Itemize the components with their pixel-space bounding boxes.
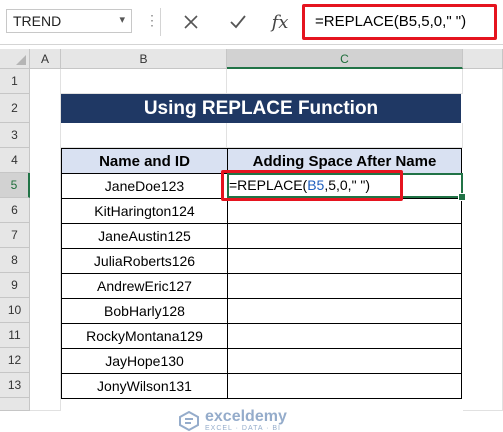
column-header-b[interactable]: B bbox=[61, 49, 227, 69]
header-name-and-id[interactable]: Name and ID bbox=[61, 148, 228, 174]
cell-c7[interactable] bbox=[227, 223, 462, 249]
watermark: exceldemy EXCEL · DATA · BI bbox=[178, 409, 287, 432]
watermark-tagline: EXCEL · DATA · BI bbox=[205, 425, 281, 432]
cell-c6[interactable] bbox=[227, 198, 462, 224]
row-header-5[interactable]: 5 bbox=[0, 173, 30, 198]
close-icon[interactable] bbox=[176, 8, 206, 36]
row-header-1[interactable]: 1 bbox=[0, 69, 30, 94]
row-header-12[interactable]: 12 bbox=[0, 348, 30, 373]
cell-b11[interactable]: RockyMontana129 bbox=[61, 323, 228, 349]
row-header-6[interactable]: 6 bbox=[0, 198, 30, 223]
more-options-icon[interactable]: ⋮ bbox=[145, 12, 159, 29]
cell-c10[interactable] bbox=[227, 298, 462, 324]
row-header-9[interactable]: 9 bbox=[0, 273, 30, 298]
cell-c8[interactable] bbox=[227, 248, 462, 274]
name-box-value: TREND bbox=[13, 13, 62, 29]
check-icon[interactable] bbox=[223, 8, 253, 36]
fill-handle[interactable] bbox=[458, 193, 466, 201]
column-header-a[interactable]: A bbox=[30, 49, 61, 69]
cell-c12[interactable] bbox=[227, 348, 462, 374]
name-box[interactable]: TREND ▾ bbox=[6, 9, 132, 33]
cell-b12[interactable]: JayHope130 bbox=[61, 348, 228, 374]
cell-c11[interactable] bbox=[227, 323, 462, 349]
cell-b6[interactable]: KitHarington124 bbox=[61, 198, 228, 224]
cell-b1[interactable] bbox=[61, 69, 227, 94]
cell-b10[interactable]: BobHarly128 bbox=[61, 298, 228, 324]
row-header-14[interactable] bbox=[0, 398, 30, 411]
cell-b13[interactable]: JonyWilson131 bbox=[61, 373, 228, 399]
cell-b8[interactable]: JuliaRoberts126 bbox=[61, 248, 228, 274]
cell-b3[interactable] bbox=[61, 123, 227, 148]
cell-b7[interactable]: JaneAustin125 bbox=[61, 223, 228, 249]
cell-b5[interactable]: JaneDoe123 bbox=[61, 173, 228, 199]
page-title: Using REPLACE Function bbox=[61, 94, 461, 123]
exceldemy-logo-icon bbox=[179, 410, 199, 431]
cell-b9[interactable]: AndrewEric127 bbox=[61, 273, 228, 299]
row-header-13[interactable]: 13 bbox=[0, 373, 30, 398]
row-header-10[interactable]: 10 bbox=[0, 298, 30, 323]
column-d-cells[interactable] bbox=[463, 69, 503, 411]
select-all-corner[interactable] bbox=[0, 49, 30, 69]
insert-function-icon[interactable]: fx bbox=[265, 8, 295, 36]
formula-text: =REPLACE(B5,5,0," ") bbox=[315, 13, 467, 30]
column-header-d[interactable] bbox=[463, 49, 503, 69]
column-header-c[interactable]: C bbox=[227, 49, 463, 69]
row-header-8[interactable]: 8 bbox=[0, 248, 30, 273]
row-header-4[interactable]: 4 bbox=[0, 148, 30, 173]
cell-c1[interactable] bbox=[227, 69, 463, 94]
row-header-7[interactable]: 7 bbox=[0, 223, 30, 248]
formula-input[interactable]: =REPLACE(B5,5,0," ") bbox=[302, 4, 497, 40]
watermark-name: exceldemy bbox=[205, 408, 287, 425]
cell-c13[interactable] bbox=[227, 373, 462, 399]
row-header-2[interactable]: 2 bbox=[0, 94, 30, 123]
chevron-down-icon[interactable]: ▾ bbox=[119, 13, 125, 26]
spreadsheet-grid: A B C 1 2 3 4 5 6 7 8 9 10 11 12 13 Usin… bbox=[0, 49, 503, 432]
column-a-cells[interactable] bbox=[30, 69, 61, 411]
row-header-11[interactable]: 11 bbox=[0, 323, 30, 348]
cell-c9[interactable] bbox=[227, 273, 462, 299]
cell-c3[interactable] bbox=[227, 123, 463, 148]
formula-bar: TREND ▾ ⋮ fx =REPLACE(B5,5,0," ") bbox=[0, 0, 503, 45]
formula-bar-divider bbox=[160, 8, 161, 36]
row-header-3[interactable]: 3 bbox=[0, 123, 30, 148]
highlight-box bbox=[221, 170, 403, 201]
